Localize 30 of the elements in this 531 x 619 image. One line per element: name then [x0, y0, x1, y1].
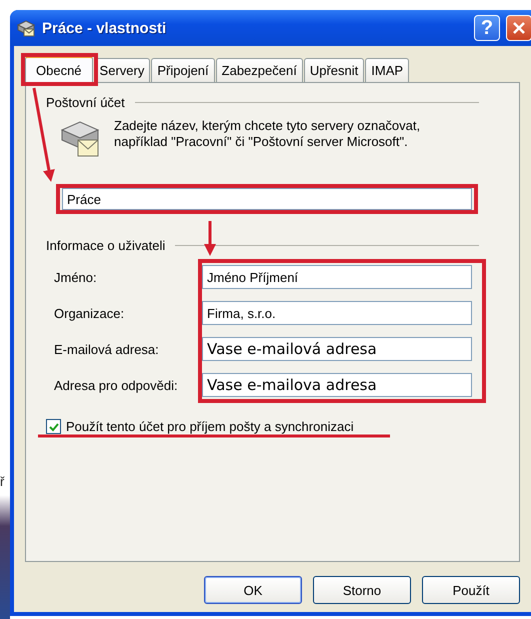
- dialog-button[interactable]: Použít: [422, 576, 520, 604]
- dialog-button[interactable]: OK: [204, 576, 302, 604]
- input-field[interactable]: Firma, s.r.o.: [202, 301, 472, 325]
- field-label: Jméno:: [54, 270, 98, 284]
- account-name-field[interactable]: Práce: [62, 188, 472, 210]
- field-label: Adresa pro odpovědi:: [54, 378, 179, 392]
- mail-server-icon: [16, 19, 36, 37]
- field-label: Organizace:: [54, 306, 126, 320]
- check-icon: [48, 422, 58, 432]
- tab[interactable]: Obecné: [25, 56, 93, 83]
- field-label: E-mailová adresa:: [54, 342, 160, 356]
- checkbox-label: Použít tento účet pro příjem pošty a synchronizaci: [66, 419, 354, 434]
- close-icon: [512, 21, 526, 35]
- dialog-button[interactable]: Storno: [313, 576, 411, 604]
- checkbox[interactable]: [46, 419, 61, 434]
- group-label: Poštovní účet: [46, 95, 125, 110]
- input-field[interactable]: Vase e-mailova adresa: [202, 373, 472, 397]
- background-text-fragment: ř: [0, 474, 6, 489]
- input-field[interactable]: Jméno Příjmení: [202, 265, 472, 289]
- tab[interactable]: Připojení: [151, 58, 215, 82]
- group-label: Informace o uživateli: [46, 238, 166, 253]
- arrow: [204, 221, 216, 256]
- input-field[interactable]: Vase e-mailová adresa: [202, 337, 472, 361]
- window-title: Práce - vlastnosti: [42, 20, 168, 36]
- close-button[interactable]: [506, 15, 531, 41]
- sync-checkbox[interactable]: Použít tento účet pro příjem pošty a synchronizaci: [46, 419, 499, 434]
- description-text: Zadejte název, kterým chcete tyto servery označovat, například "Pracovní" či "Poštovní server Microsoft".: [114, 118, 422, 151]
- tab[interactable]: Zabezpečení: [216, 58, 303, 82]
- tab[interactable]: Upřesnit: [304, 58, 364, 82]
- tab[interactable]: IMAP: [365, 58, 410, 82]
